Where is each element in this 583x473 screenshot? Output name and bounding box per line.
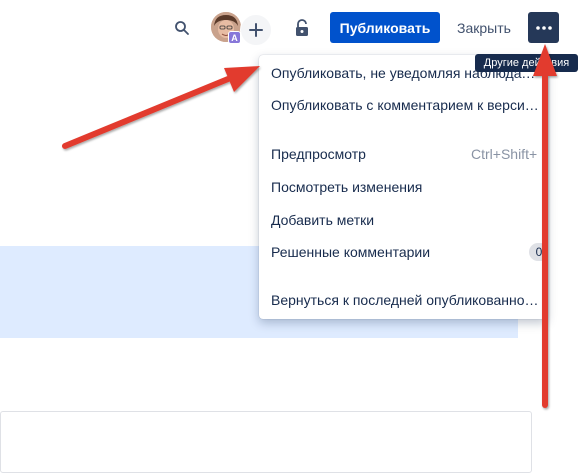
- more-actions-menu: Опубликовать, не уведомляя наблюдате... …: [259, 55, 547, 319]
- publish-button[interactable]: Публиковать: [330, 12, 440, 43]
- resolved-comments-count: 0: [529, 243, 547, 261]
- more-actions-tooltip: Другие действия: [475, 54, 578, 72]
- more-icon: [535, 25, 552, 30]
- menu-item-label: Предпросмотр: [271, 146, 366, 162]
- menu-item-label: Опубликовать с комментарием к версии...: [271, 97, 539, 113]
- menu-item-label: Решенные комментарии: [271, 244, 431, 260]
- menu-item-label: Добавить метки: [271, 212, 375, 228]
- arrow-to-publish-silently: [62, 66, 260, 149]
- menu-item-add-labels[interactable]: Добавить метки: [259, 204, 547, 236]
- menu-item-label: Вернуться к последней опубликованной ...: [271, 292, 539, 308]
- editor-box[interactable]: [0, 411, 532, 473]
- restrictions-button[interactable]: [288, 14, 316, 42]
- menu-item-view-changes[interactable]: Посмотреть изменения: [259, 171, 547, 203]
- menu-item-publish-with-comment[interactable]: Опубликовать с комментарием к версии...: [259, 89, 547, 121]
- plus-icon: [249, 23, 263, 37]
- menu-item-preview[interactable]: Предпросмотр Ctrl+Shift+: [259, 138, 547, 170]
- preview-shortcut: Ctrl+Shift+: [471, 146, 538, 162]
- avatar-badge: A: [228, 31, 241, 44]
- search-button[interactable]: [168, 14, 196, 42]
- unlock-icon: [296, 19, 308, 36]
- add-people-button[interactable]: [240, 14, 272, 46]
- close-button[interactable]: Закрыть: [448, 12, 520, 43]
- menu-item-resolved-comments[interactable]: Решенные комментарии 0: [259, 236, 547, 268]
- menu-item-revert-to-published[interactable]: Вернуться к последней опубликованной ...: [259, 284, 547, 316]
- more-actions-button[interactable]: [528, 12, 559, 43]
- menu-item-label: Посмотреть изменения: [271, 179, 423, 195]
- search-icon: [175, 21, 189, 35]
